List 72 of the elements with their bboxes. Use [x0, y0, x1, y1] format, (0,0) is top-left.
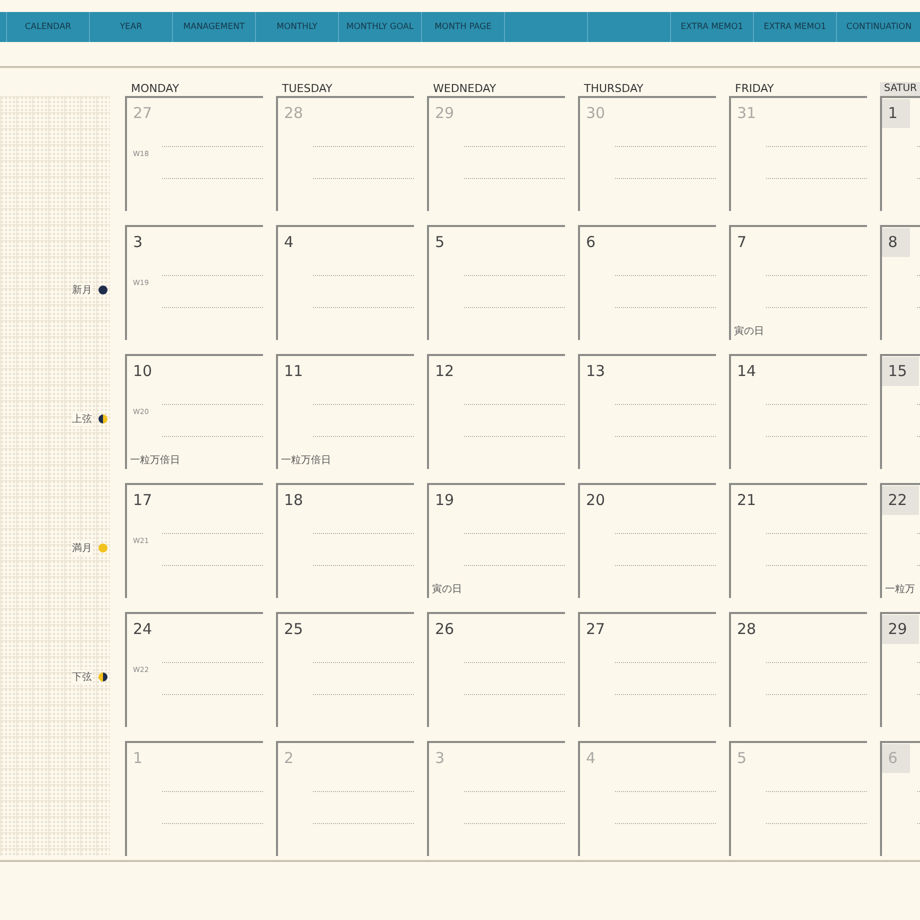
day-note: 寅の日	[734, 324, 764, 338]
day-note: 一粒万倍日	[281, 454, 331, 467]
day-number: 1	[133, 749, 143, 767]
day-cell[interactable]: 12	[427, 354, 565, 469]
weekday-header: WEDNEDAY	[432, 82, 498, 96]
day-note: 一粒万倍日	[130, 454, 180, 467]
day-cell[interactable]: 1	[880, 96, 920, 211]
day-number: 25	[284, 620, 304, 638]
day-number: 30	[586, 104, 606, 122]
day-number: 5	[737, 749, 747, 767]
day-number: 29	[435, 104, 454, 122]
day-number: 26	[435, 620, 454, 638]
day-number: 27	[586, 620, 606, 638]
day-note: 一粒万	[885, 583, 915, 596]
day-cell[interactable]: 20	[578, 483, 716, 598]
day-number: 14	[737, 362, 756, 380]
day-number: 3	[435, 749, 445, 767]
day-number: 4	[284, 233, 294, 251]
day-number: 5	[435, 233, 445, 251]
day-cell[interactable]: 7 寅の日	[729, 225, 867, 340]
day-number: 3	[133, 233, 143, 251]
day-number: 28	[737, 620, 756, 638]
day-number: 15	[882, 357, 920, 386]
weekday-header: FRIDAY	[734, 82, 775, 96]
day-cell[interactable]: 28	[729, 612, 867, 727]
day-cell[interactable]: 6	[578, 225, 716, 340]
day-number: 13	[586, 362, 606, 380]
day-cell[interactable]: 29	[880, 612, 920, 727]
day-number: 27	[133, 104, 152, 122]
day-number: 31	[737, 104, 756, 122]
day-cell[interactable]: 11 一粒万倍日	[276, 354, 414, 469]
day-number: 17	[133, 491, 152, 509]
day-number: 24	[133, 620, 152, 638]
day-cell[interactable]: 27	[578, 612, 716, 727]
day-number: 1	[882, 99, 910, 128]
day-note: 寅の日	[432, 582, 462, 596]
weekday-header: SATUR	[880, 82, 920, 96]
day-cell[interactable]: 14	[729, 354, 867, 469]
day-cell[interactable]: 5	[427, 225, 565, 340]
day-number: 29	[882, 615, 920, 644]
moon-phase-label: 下弦	[72, 670, 92, 684]
moon-phase-label: 満月	[72, 540, 92, 554]
day-number: 10	[133, 362, 152, 380]
day-cell[interactable]: 22 一粒万	[880, 483, 920, 598]
moon-phase-label: 新月	[72, 282, 92, 296]
day-number: 18	[284, 491, 304, 509]
day-number: 22	[882, 486, 920, 515]
weekday-header: TUESDAY	[281, 82, 334, 96]
weekday-header: MONDAY	[130, 82, 180, 96]
day-number: 21	[737, 491, 756, 509]
day-number: 12	[435, 362, 454, 380]
day-number: 4	[586, 749, 596, 767]
day-cell[interactable]: 15	[880, 354, 920, 469]
day-number: 2	[284, 749, 294, 767]
day-cell[interactable]: 19 寅の日	[427, 483, 565, 598]
day-number: 19	[435, 491, 454, 509]
day-cell[interactable]: 18	[276, 483, 414, 598]
day-number: 20	[586, 491, 606, 509]
weekday-header: THURSDAY	[583, 82, 644, 96]
day-cell[interactable]: 26	[427, 612, 565, 727]
day-cell[interactable]: 13	[578, 354, 716, 469]
day-cell[interactable]: 8	[880, 225, 920, 340]
day-number: 6	[882, 744, 910, 773]
day-cell[interactable]: 4	[276, 225, 414, 340]
moon-phase-label: 上弦	[72, 412, 92, 426]
day-cell[interactable]: 21	[729, 483, 867, 598]
day-number: 28	[284, 104, 304, 122]
day-number: 6	[586, 233, 596, 251]
day-cell[interactable]: 25	[276, 612, 414, 727]
day-number: 8	[882, 228, 910, 257]
day-number: 11	[284, 362, 304, 380]
day-number: 7	[737, 233, 747, 251]
